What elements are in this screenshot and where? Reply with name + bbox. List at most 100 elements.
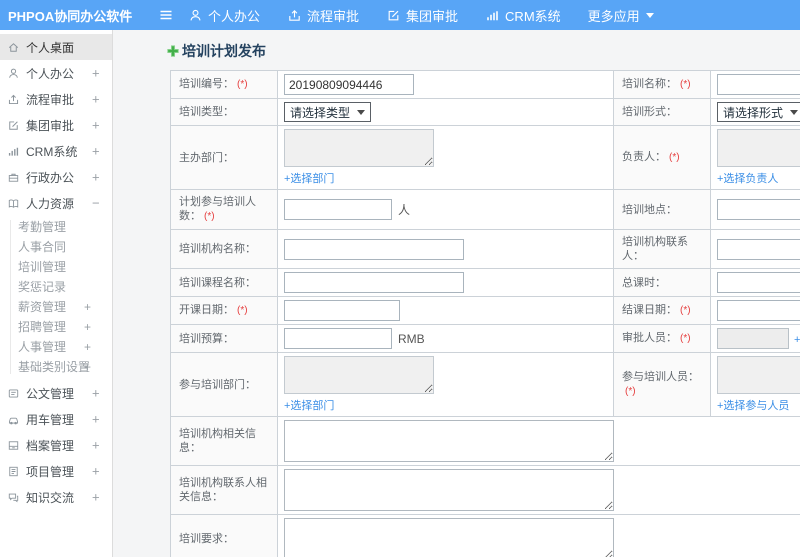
start-date-input[interactable] xyxy=(284,300,400,321)
training-org-contact-info-textarea[interactable] xyxy=(284,469,614,511)
leader-textarea[interactable] xyxy=(717,129,800,167)
top-bar: PHPOA协同办公软件 个人办公 流程审批 集团审批 CRM系统 更多应用 xyxy=(0,0,800,30)
form-row: 培训机构联系人相关信息： xyxy=(170,465,800,515)
start-date-value-cell xyxy=(277,296,614,325)
form-row: 培训预算： RMB 审批人员：(*) +选择审批人员 xyxy=(170,324,800,353)
expand-toggle-icon[interactable]: + xyxy=(92,386,100,401)
training-org-contact-info-label: 培训机构联系人相关信息： xyxy=(179,477,267,503)
nav-crm-system[interactable]: CRM系统 xyxy=(485,6,561,25)
workflow-icon xyxy=(7,93,20,106)
expand-toggle-icon[interactable]: + xyxy=(92,464,100,479)
select-approver-link[interactable]: +选择审批人员 xyxy=(794,334,800,346)
end-date-input[interactable] xyxy=(717,300,800,321)
training-requirements-value-cell xyxy=(277,514,800,557)
training-location-label-cell: 培训地点： xyxy=(613,189,711,230)
training-org-contact-info-label-cell: 培训机构联系人相关信息： xyxy=(170,465,278,515)
planned-participant-count-input[interactable] xyxy=(284,199,392,220)
sidebar-item-group-approval[interactable]: 集团审批 + xyxy=(0,112,112,138)
select-host-department-link[interactable]: +选择部门 xyxy=(284,170,334,186)
expand-toggle-icon[interactable]: + xyxy=(92,490,100,505)
sidebar-item-label: 档案管理 xyxy=(26,438,75,453)
sidebar-subitem-training-management[interactable]: 培训管理 xyxy=(0,257,112,277)
training-location-input[interactable] xyxy=(717,199,800,220)
required-marker: (*) xyxy=(680,333,691,344)
menu-toggle-icon[interactable] xyxy=(158,7,174,23)
sidebar-item-workflow-approval[interactable]: 流程审批 + xyxy=(0,86,112,112)
sidebar-item-vehicle-management[interactable]: 用车管理 + xyxy=(0,406,112,432)
sidebar-item-archive-management[interactable]: 档案管理 + xyxy=(0,432,112,458)
expand-toggle-icon[interactable]: + xyxy=(84,357,91,377)
select-participating-departments-link[interactable]: +选择部门 xyxy=(284,397,334,413)
sidebar-item-personal-office[interactable]: 个人办公 + xyxy=(0,60,112,86)
training-org-name-input[interactable] xyxy=(284,238,464,260)
sidebar-item-label: 人力资源 xyxy=(26,196,75,211)
sidebar-subitem-label: 奖惩记录 xyxy=(18,280,67,294)
training-form-body: 培训编号：(*)培训名称：(*)培训类型：请选择类型培训形式：请选择形式主办部门… xyxy=(170,70,800,557)
sidebar-subitem-basic-category-settings[interactable]: 基础类别设置 + xyxy=(0,357,112,377)
participating-personnel-textarea[interactable] xyxy=(717,356,800,394)
host-department-textarea[interactable] xyxy=(284,129,434,167)
expand-toggle-icon[interactable]: + xyxy=(92,66,100,81)
sidebar-item-personal-desktop[interactable]: 个人桌面 xyxy=(0,34,112,60)
select-participating-personnel-link[interactable]: +选择参与人员 xyxy=(717,397,789,413)
expand-toggle-icon[interactable]: + xyxy=(84,297,91,317)
training-org-info-label-cell: 培训机构相关信息： xyxy=(170,416,278,466)
training-form-select[interactable]: 请选择形式 xyxy=(717,102,800,122)
required-marker: (*) xyxy=(625,386,636,397)
start-date-label-cell: 开课日期： (*) xyxy=(170,296,278,325)
expand-toggle-icon[interactable]: + xyxy=(84,317,91,337)
sidebar-item-document-management[interactable]: 公文管理 + xyxy=(0,380,112,406)
expand-toggle-icon[interactable]: + xyxy=(92,92,100,107)
sidebar-subitem-reward-punishment-record[interactable]: 奖惩记录 xyxy=(0,277,112,297)
expand-toggle-icon[interactable]: + xyxy=(92,412,100,427)
sidebar-item-crm-system[interactable]: CRM系统 + xyxy=(0,138,112,164)
select-leader-link[interactable]: +选择负责人 xyxy=(717,170,778,186)
sidebar-submenu-human-resources: 考勤管理 人事合同 培训管理 奖惩记录 薪资管理 + 招聘管理 + 人事管理 + 基础类别设置 + xyxy=(0,217,112,377)
sidebar-subitem-salary-management[interactable]: 薪资管理 + xyxy=(0,297,112,317)
sidebar-subitem-personnel-contract[interactable]: 人事合同 xyxy=(0,237,112,257)
training-course-name-input[interactable] xyxy=(284,272,464,293)
sidebar-item-admin-office[interactable]: 行政办公 + xyxy=(0,164,112,190)
approver-value-cell: +选择审批人员 xyxy=(710,324,800,353)
approver-input[interactable] xyxy=(717,328,789,349)
nav-personal-office[interactable]: 个人办公 xyxy=(188,6,260,25)
training-budget-input[interactable] xyxy=(284,328,392,349)
sidebar-item-knowledge-exchange[interactable]: 知识交流 + xyxy=(0,484,112,510)
training-type-value-cell: 请选择类型 xyxy=(277,98,614,126)
sidebar-item-label: 知识交流 xyxy=(26,490,75,505)
sidebar-subitem-label: 基础类别设置 xyxy=(18,360,91,374)
training-code-input[interactable] xyxy=(284,74,414,95)
total-class-hours-input[interactable] xyxy=(717,272,800,293)
training-requirements-textarea[interactable] xyxy=(284,518,614,557)
form-row: 计划参与培训人数： (*) 人 培训地点： xyxy=(170,189,800,230)
nav-workflow-approval[interactable]: 流程审批 xyxy=(287,6,359,25)
sidebar-subitem-attendance-management[interactable]: 考勤管理 xyxy=(0,217,112,237)
sidebar-subitem-personnel-management[interactable]: 人事管理 + xyxy=(0,337,112,357)
training-budget-unit: RMB xyxy=(398,331,425,346)
sidebar-item-human-resources[interactable]: 人力资源 − xyxy=(0,190,112,216)
nav-group-approval[interactable]: 集团审批 xyxy=(386,6,458,25)
sidebar-item-project-management[interactable]: 项目管理 + xyxy=(0,458,112,484)
participating-departments-textarea[interactable] xyxy=(284,356,434,394)
training-org-contact-value-cell xyxy=(710,229,800,269)
leader-value-cell: +选择负责人 xyxy=(710,125,800,190)
expand-toggle-icon[interactable]: + xyxy=(84,337,91,357)
required-marker: (*) xyxy=(204,211,215,222)
training-form-label-cell: 培训形式： xyxy=(613,98,711,126)
training-name-input[interactable] xyxy=(717,74,800,95)
training-budget-label: 培训预算： xyxy=(179,332,234,345)
training-type-select[interactable]: 请选择类型 xyxy=(284,102,372,122)
expand-toggle-icon[interactable]: + xyxy=(92,118,100,133)
nav-more-apps[interactable]: 更多应用 xyxy=(588,6,657,25)
project-icon xyxy=(7,465,20,478)
expand-toggle-icon[interactable]: + xyxy=(92,144,100,159)
training-org-info-textarea[interactable] xyxy=(284,420,614,462)
sidebar-subitem-recruitment-management[interactable]: 招聘管理 + xyxy=(0,317,112,337)
expand-toggle-icon[interactable]: + xyxy=(92,170,100,185)
training-org-contact-input[interactable] xyxy=(717,238,800,260)
expand-toggle-icon[interactable]: − xyxy=(92,196,100,211)
training-org-info-value-cell xyxy=(277,416,800,466)
expand-toggle-icon[interactable]: + xyxy=(92,438,100,453)
training-org-contact-label: 培训机构联系人： xyxy=(622,236,688,262)
training-budget-label-cell: 培训预算： xyxy=(170,324,278,353)
